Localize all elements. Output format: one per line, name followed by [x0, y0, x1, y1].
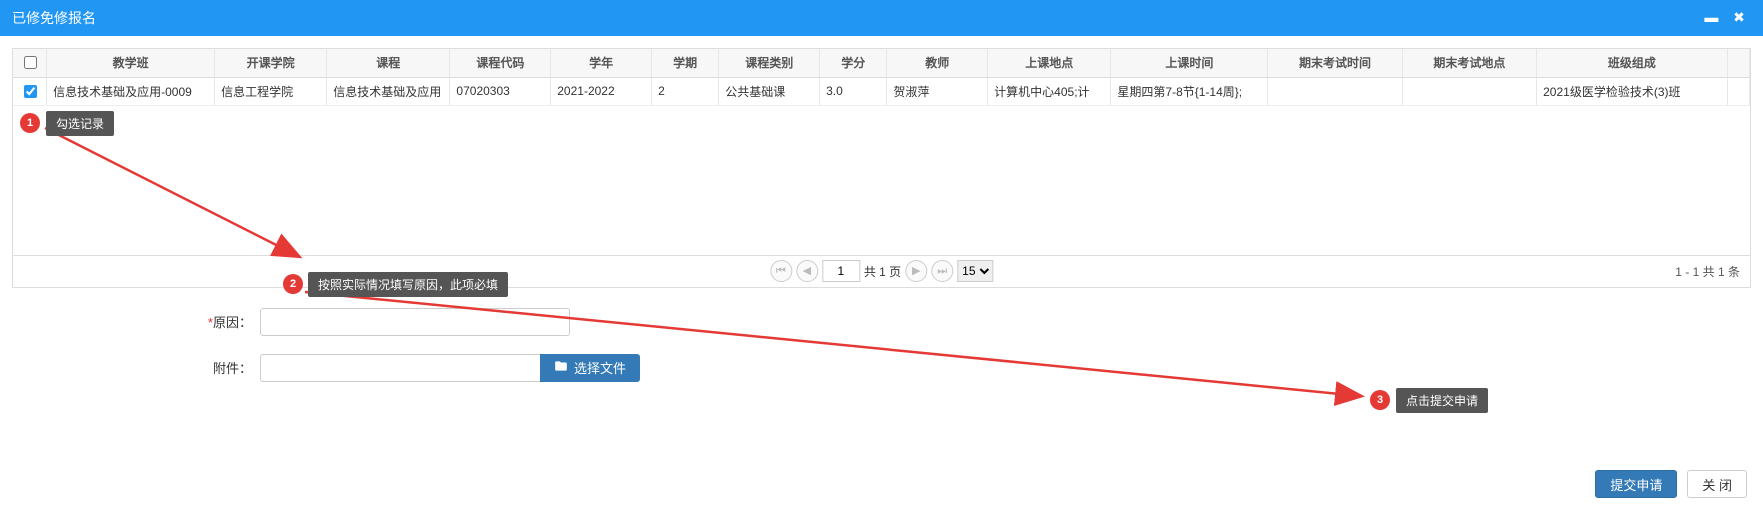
col-exam-time: 期末考试时间 — [1268, 49, 1402, 77]
col-credit: 学分 — [820, 49, 887, 77]
cell-exam-loc — [1402, 77, 1536, 105]
table-empty-area — [13, 105, 1750, 255]
cell-year: 2021-2022 — [551, 77, 652, 105]
col-term: 学期 — [652, 49, 719, 77]
window-titlebar: 已修免修报名 ▬ ✖ — [0, 0, 1763, 36]
col-exam-loc: 期末考试地点 — [1402, 49, 1536, 77]
results-table-container: 教学班 开课学院 课程 课程代码 学年 学期 课程类别 学分 教师 上课地点 上… — [12, 48, 1751, 288]
cell-time: 星期四第7-8节{1-14周}; — [1111, 77, 1268, 105]
reason-label: *原因： — [0, 312, 260, 331]
form-area: *原因： 附件： 选择文件 — [0, 308, 1763, 382]
annotation-label-3: 点击提交申请 — [1396, 388, 1488, 413]
window-title: 已修免修报名 — [12, 0, 96, 36]
select-all-checkbox[interactable] — [24, 56, 37, 69]
col-course-code: 课程代码 — [450, 49, 551, 77]
cell-credit: 3.0 — [820, 77, 887, 105]
col-class-group: 班级组成 — [1537, 49, 1727, 77]
table-row[interactable]: 信息技术基础及应用-0009 信息工程学院 信息技术基础及应用 07020303… — [13, 77, 1750, 105]
page-last-button[interactable]: ⏭ — [931, 260, 953, 282]
page-summary: 1 - 1 共 1 条 — [1675, 263, 1740, 280]
attachment-path-input[interactable] — [260, 354, 540, 382]
col-category: 课程类别 — [719, 49, 820, 77]
annotation-badge-1: 1 — [20, 113, 40, 133]
cell-exam-time — [1268, 77, 1402, 105]
page-total-label: 共 1 页 — [864, 263, 901, 280]
col-teacher: 教师 — [887, 49, 988, 77]
footer-actions: 提交申请 关 闭 — [1595, 470, 1747, 498]
cell-class-group: 2021级医学检验技术(3)班 — [1537, 77, 1727, 105]
annotation-label-1: 勾选记录 — [46, 111, 114, 136]
annotation-badge-2: 2 — [283, 274, 303, 294]
page-first-button[interactable]: ⏮ — [770, 260, 792, 282]
table-header-row: 教学班 开课学院 课程 课程代码 学年 学期 课程类别 学分 教师 上课地点 上… — [13, 49, 1750, 77]
col-class: 教学班 — [47, 49, 215, 77]
pagination-bar: ⏮ ◀ 共 1 页 ▶ ⏭ 15 1 - 1 共 1 条 — [13, 255, 1750, 287]
close-button[interactable]: 关 闭 — [1687, 470, 1747, 498]
minimize-button[interactable]: ▬ — [1699, 5, 1723, 29]
attachment-label: 附件： — [0, 358, 260, 377]
choose-file-label: 选择文件 — [574, 358, 626, 377]
cell-course-code: 07020303 — [450, 77, 551, 105]
col-course: 课程 — [327, 49, 450, 77]
page-next-button[interactable]: ▶ — [905, 260, 927, 282]
folder-open-icon — [554, 359, 568, 376]
cell-college: 信息工程学院 — [215, 77, 327, 105]
col-college: 开课学院 — [215, 49, 327, 77]
cell-teacher: 贺淑萍 — [887, 77, 988, 105]
col-scroll — [1727, 49, 1749, 77]
horizontal-scrollbar[interactable] — [8, 400, 1755, 416]
col-location: 上课地点 — [988, 49, 1111, 77]
choose-file-button[interactable]: 选择文件 — [540, 354, 640, 382]
annotation-label-2: 按照实际情况填写原因，此项必填 — [308, 272, 508, 297]
results-table: 教学班 开课学院 课程 课程代码 学年 学期 课程类别 学分 教师 上课地点 上… — [13, 49, 1750, 105]
cell-term: 2 — [652, 77, 719, 105]
cell-course: 信息技术基础及应用 — [327, 77, 450, 105]
col-year: 学年 — [551, 49, 652, 77]
page-prev-button[interactable]: ◀ — [796, 260, 818, 282]
page-number-input[interactable] — [822, 260, 860, 282]
annotation-badge-3: 3 — [1370, 390, 1390, 410]
page-size-select[interactable]: 15 — [957, 260, 993, 282]
cell-category: 公共基础课 — [719, 77, 820, 105]
close-window-button[interactable]: ✖ — [1727, 5, 1751, 29]
submit-button[interactable]: 提交申请 — [1595, 470, 1677, 498]
cell-class: 信息技术基础及应用-0009 — [47, 77, 215, 105]
cell-location: 计算机中心405;计 — [988, 77, 1111, 105]
col-time: 上课时间 — [1111, 49, 1268, 77]
reason-input[interactable] — [260, 308, 570, 336]
row-checkbox[interactable] — [24, 85, 37, 98]
